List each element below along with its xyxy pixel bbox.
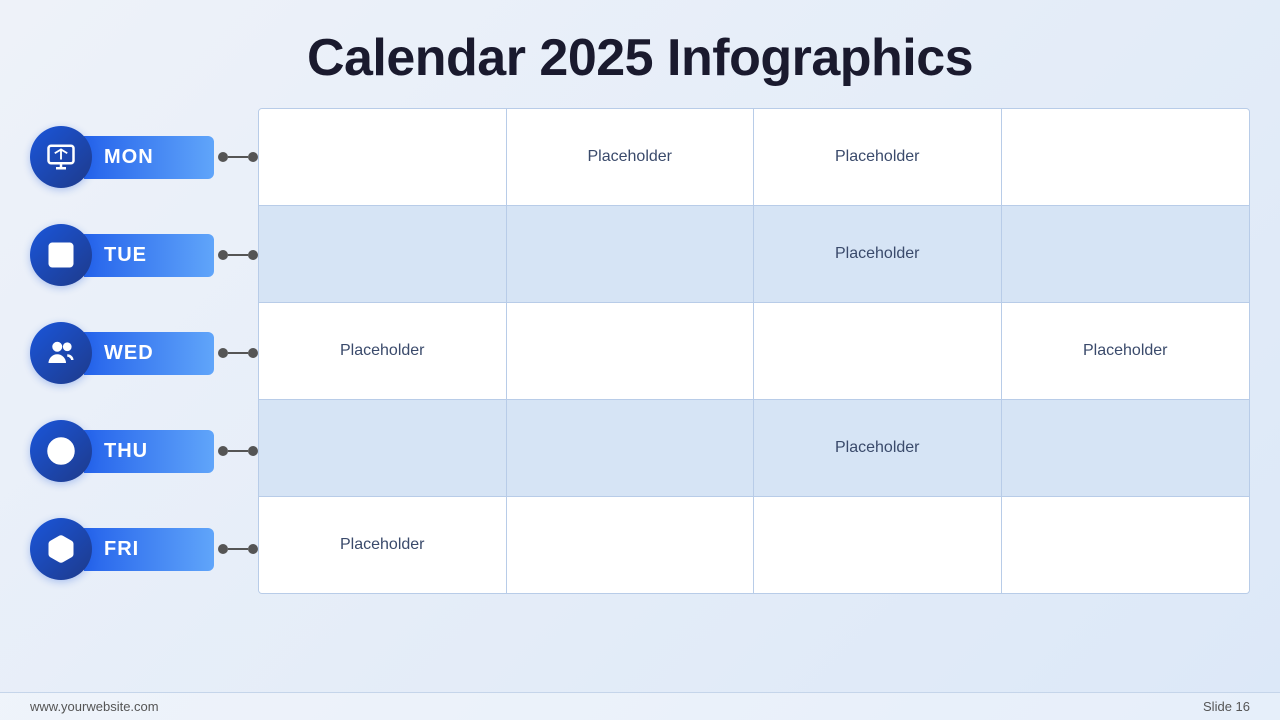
mon-icon — [30, 126, 92, 188]
cell-mon-4 — [1002, 109, 1250, 205]
day-row-thu: THU — [30, 402, 258, 500]
cell-mon-2: Placeholder — [507, 109, 755, 205]
cell-thu-2 — [507, 400, 755, 496]
day-badge-fri: FRI — [30, 518, 214, 580]
wed-icon — [30, 322, 92, 384]
footer-slide-number: Slide 16 — [1203, 699, 1250, 714]
cell-fri-1: Placeholder — [259, 497, 507, 593]
fri-icon — [30, 518, 92, 580]
day-badge-thu: THU — [30, 420, 214, 482]
cell-thu-4 — [1002, 400, 1250, 496]
tue-connector — [218, 250, 258, 260]
day-badge-mon: MON — [30, 126, 214, 188]
thu-label: THU — [84, 430, 214, 473]
grid-row-mon: Placeholder Placeholder — [259, 109, 1249, 206]
days-column: MON TUE — [30, 108, 258, 598]
wed-label: WED — [84, 332, 214, 375]
cell-tue-2 — [507, 206, 755, 302]
cell-wed-1: Placeholder — [259, 303, 507, 399]
tue-icon — [30, 224, 92, 286]
day-row-wed: WED — [30, 304, 258, 402]
day-badge-tue: TUE — [30, 224, 214, 286]
cell-fri-3 — [754, 497, 1002, 593]
cell-tue-4 — [1002, 206, 1250, 302]
cell-wed-3 — [754, 303, 1002, 399]
grid-row-wed: Placeholder Placeholder — [259, 303, 1249, 400]
slide-footer: www.yourwebsite.com Slide 16 — [0, 692, 1280, 720]
slide: Calendar 2025 Infographics MON — [0, 0, 1280, 720]
cell-fri-2 — [507, 497, 755, 593]
day-row-fri: FRI — [30, 500, 258, 598]
cell-tue-1 — [259, 206, 507, 302]
slide-title: Calendar 2025 Infographics — [0, 28, 1280, 88]
grid-row-tue: Placeholder — [259, 206, 1249, 303]
day-row-tue: TUE — [30, 206, 258, 304]
wed-connector — [218, 348, 258, 358]
slide-header: Calendar 2025 Infographics — [0, 0, 1280, 108]
cell-wed-2 — [507, 303, 755, 399]
mon-connector — [218, 152, 258, 162]
fri-label: FRI — [84, 528, 214, 571]
cell-mon-3: Placeholder — [754, 109, 1002, 205]
day-badge-wed: WED — [30, 322, 214, 384]
cell-thu-3: Placeholder — [754, 400, 1002, 496]
cell-fri-4 — [1002, 497, 1250, 593]
cell-thu-1 — [259, 400, 507, 496]
thu-icon — [30, 420, 92, 482]
footer-website: www.yourwebsite.com — [30, 699, 159, 714]
fri-connector — [218, 544, 258, 554]
cell-mon-1 — [259, 109, 507, 205]
thu-connector — [218, 446, 258, 456]
cell-tue-3: Placeholder — [754, 206, 1002, 302]
main-content: MON TUE — [0, 108, 1280, 692]
grid-row-thu: Placeholder — [259, 400, 1249, 497]
tue-label: TUE — [84, 234, 214, 277]
grid-row-fri: Placeholder — [259, 497, 1249, 593]
cell-wed-4: Placeholder — [1002, 303, 1250, 399]
calendar-grid: Placeholder Placeholder Placeholder Plac… — [258, 108, 1250, 594]
mon-label: MON — [84, 136, 214, 179]
day-row-mon: MON — [30, 108, 258, 206]
